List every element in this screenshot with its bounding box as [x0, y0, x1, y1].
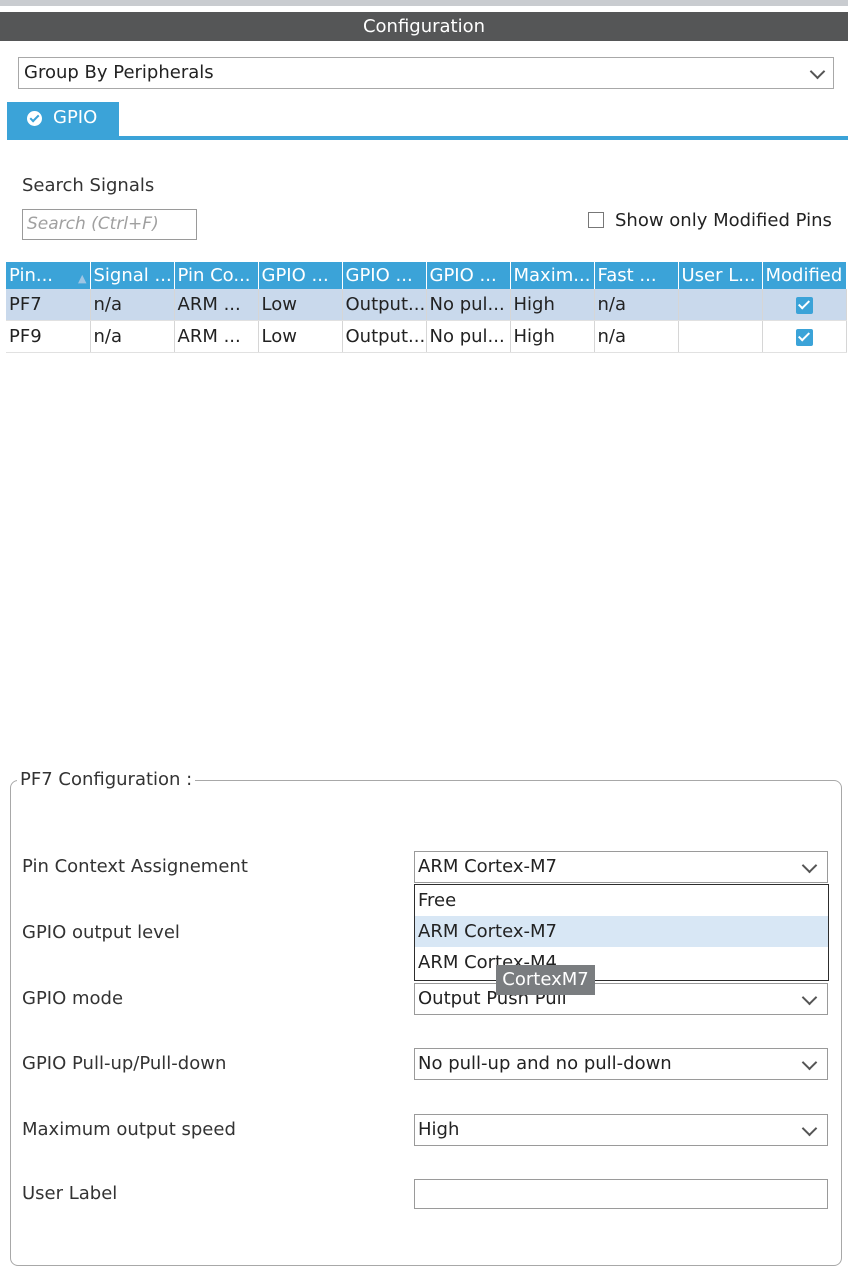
cell-pin: PF7: [6, 289, 91, 321]
cell-modified: [762, 320, 847, 353]
tab-bar: GPIO: [7, 102, 848, 140]
group-by-select[interactable]: Group By Peripherals: [18, 57, 834, 89]
group-by-value: Group By Peripherals: [24, 62, 214, 83]
cell-pull: No pul...: [426, 289, 511, 321]
modified-checkbox[interactable]: [795, 296, 813, 314]
user-label-label: User Label: [22, 1183, 118, 1204]
cell-fast: n/a: [594, 289, 679, 321]
chevron-down-icon: [801, 1120, 818, 1137]
modified-checkbox[interactable]: [795, 328, 813, 346]
chevron-down-icon: [801, 1054, 818, 1071]
table-row[interactable]: PF7 n/a ARM ... Low Output... No pul... …: [6, 289, 847, 321]
max-speed-label: Maximum output speed: [22, 1119, 236, 1140]
pin-configuration-legend: PF7 Configuration :: [17, 769, 196, 790]
gpio-mode-select[interactable]: Output Push Pull: [414, 983, 828, 1015]
column-header-pin[interactable]: Pin... ▲: [6, 262, 91, 289]
chevron-down-icon: [801, 857, 818, 874]
dropdown-option-highlighted[interactable]: ARM Cortex-M7: [415, 916, 828, 947]
column-header-max-speed[interactable]: Maxim...: [510, 262, 595, 289]
user-label-input[interactable]: [414, 1179, 828, 1209]
column-header-gpio-mode[interactable]: GPIO ...: [342, 262, 427, 289]
gpio-pull-value: No pull-up and no pull-down: [418, 1053, 672, 1074]
cell-context: ARM ...: [174, 320, 259, 353]
table-row[interactable]: PF9 n/a ARM ... Low Output... No pul... …: [6, 320, 847, 353]
panel-title: Configuration: [0, 12, 848, 41]
chevron-down-icon: [801, 989, 818, 1006]
max-speed-select[interactable]: High: [414, 1114, 828, 1146]
cell-mode: Output...: [342, 289, 427, 321]
column-header-label: Pin...: [9, 265, 54, 286]
cell-pull: No pul...: [426, 320, 511, 353]
cell-level: Low: [258, 320, 343, 353]
column-header-signal[interactable]: Signal ...: [90, 262, 175, 289]
signals-table: Pin... ▲ Signal ... Pin Co... GPIO ... GP…: [6, 262, 847, 353]
dropdown-option[interactable]: Free: [415, 885, 828, 916]
column-header-gpio-pull[interactable]: GPIO ...: [426, 262, 511, 289]
cell-pin: PF9: [6, 320, 91, 353]
cell-modified: [762, 289, 847, 321]
gpio-mode-label: GPIO mode: [22, 988, 124, 1009]
tab-gpio-label: GPIO: [53, 107, 98, 128]
column-header-user-label[interactable]: User L...: [678, 262, 763, 289]
cell-level: Low: [258, 289, 343, 321]
max-speed-value: High: [418, 1119, 460, 1140]
column-header-gpio-level[interactable]: GPIO ...: [258, 262, 343, 289]
search-signals-label: Search Signals: [22, 175, 155, 196]
cell-user-label: [678, 320, 763, 353]
pin-context-select[interactable]: ARM Cortex-M7: [414, 851, 828, 883]
search-input[interactable]: Search (Ctrl+F): [22, 209, 197, 240]
tab-gpio[interactable]: GPIO: [7, 102, 119, 136]
gpio-output-level-label: GPIO output level: [22, 922, 180, 943]
cell-signal: n/a: [90, 320, 175, 353]
sort-icon[interactable]: ▲: [78, 272, 86, 285]
configuration-panel: Configuration Group By Peripherals GPIO …: [0, 0, 848, 1269]
cell-user-label: [678, 289, 763, 321]
show-modified-checkbox[interactable]: [588, 212, 604, 228]
column-header-pin-context[interactable]: Pin Co...: [174, 262, 259, 289]
cell-fast: n/a: [594, 320, 679, 353]
chevron-down-icon: [809, 63, 826, 80]
cell-context: ARM ...: [174, 289, 259, 321]
show-modified-label: Show only Modified Pins: [615, 210, 832, 231]
pin-context-value: ARM Cortex-M7: [418, 856, 557, 877]
pin-context-dropdown: Free ARM Cortex-M7 ARM Cortex-M4: [414, 884, 829, 981]
column-header-modified[interactable]: Modified: [762, 262, 847, 289]
cell-speed: High: [510, 320, 595, 353]
gpio-pull-label: GPIO Pull-up/Pull-down: [22, 1053, 227, 1074]
cell-mode: Output...: [342, 320, 427, 353]
dropdown-option[interactable]: ARM Cortex-M4: [415, 947, 828, 978]
check-circle-icon: [27, 111, 42, 126]
column-header-fast-mode[interactable]: Fast ...: [594, 262, 679, 289]
tooltip: CortexM7: [496, 965, 595, 995]
pin-context-label: Pin Context Assignement: [22, 856, 248, 877]
cell-signal: n/a: [90, 289, 175, 321]
gpio-pull-select[interactable]: No pull-up and no pull-down: [414, 1048, 828, 1080]
cell-speed: High: [510, 289, 595, 321]
table-header-row: Pin... ▲ Signal ... Pin Co... GPIO ... GP…: [6, 262, 847, 289]
